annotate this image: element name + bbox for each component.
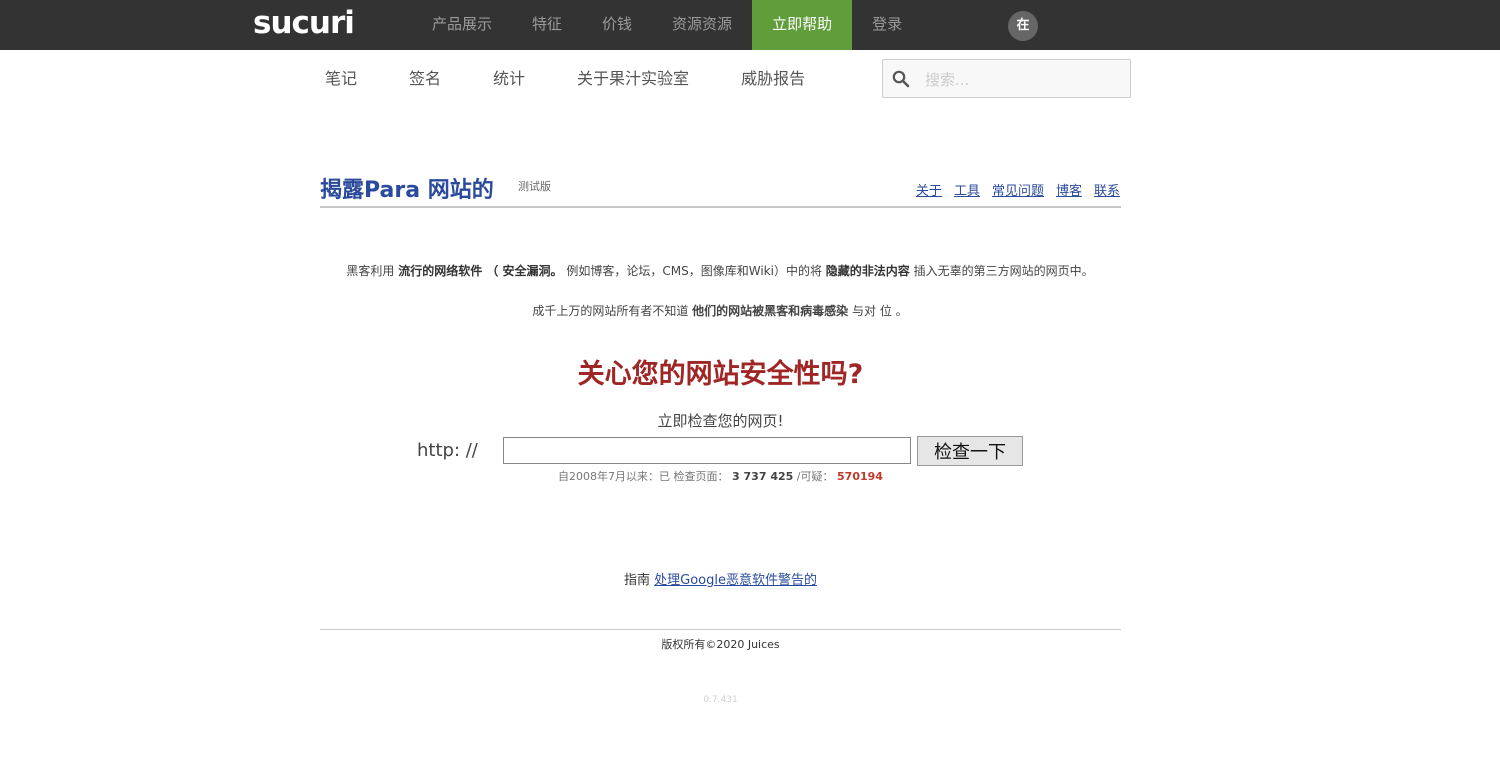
intro-paragraph-1: 黑客利用 流行的网络软件 （ 安全漏洞。 例如博客，论坛，CMS，图像库和Wik… — [346, 264, 1094, 278]
version-label: 0.7.431 — [703, 695, 738, 705]
search-icon[interactable] — [892, 70, 910, 92]
nav-login[interactable]: 登录 — [852, 0, 922, 50]
beta-badge: 测试版 — [518, 180, 551, 193]
top-nav: 产品展示 特征 价钱 资源资源 立即帮助 登录 — [412, 0, 922, 50]
nav-products[interactable]: 产品展示 — [412, 0, 512, 50]
nav-get-help-now[interactable]: 立即帮助 — [752, 0, 853, 50]
security-headline: 关心您的网站安全性吗? — [577, 359, 864, 390]
suspicious-count: 570194 — [837, 470, 883, 483]
url-scheme-label: http: // — [417, 440, 478, 461]
search-box — [882, 59, 1131, 99]
url-input[interactable] — [503, 437, 911, 464]
avatar[interactable]: 在 — [1008, 11, 1038, 41]
check-label: 立即检查您的网页! — [657, 412, 784, 430]
subnav-notes[interactable]: 笔记 — [305, 60, 377, 100]
link-blog[interactable]: 博客 — [1056, 180, 1082, 199]
subnav-about-labs[interactable]: 关于果汁实验室 — [557, 60, 709, 100]
subnav-signatures[interactable]: 签名 — [389, 60, 461, 100]
search-input[interactable] — [923, 60, 1127, 99]
nav-pricing[interactable]: 价钱 — [582, 0, 652, 50]
sucuri-logo[interactable]: sucuri — [253, 6, 355, 40]
scan-stats: 自2008年7月以来：已 检查页面： 3 737 425 /可疑： 570194 — [558, 470, 883, 483]
nav-resources[interactable]: 资源资源 — [652, 0, 752, 50]
subnav-stats[interactable]: 统计 — [473, 60, 545, 100]
subnav-threat-report[interactable]: 威胁报告 — [721, 60, 825, 100]
copyright: 版权所有©2020 Juices — [661, 638, 780, 651]
pages-count: 3 737 425 — [732, 470, 794, 483]
link-about[interactable]: 关于 — [916, 180, 942, 199]
footer-divider — [320, 629, 1121, 630]
header-divider — [320, 206, 1121, 208]
top-navbar: sucuri 产品展示 特征 价钱 资源资源 立即帮助 登录 在 — [0, 0, 1500, 50]
google-malware-guide-link[interactable]: 处理Google恶意软件警告的 — [654, 573, 817, 588]
check-button[interactable]: 检查一下 — [917, 436, 1023, 466]
link-faq[interactable]: 常见问题 — [992, 180, 1044, 199]
secondary-nav: 笔记 签名 统计 关于果汁实验室 威胁报告 — [305, 60, 825, 100]
guide-line: 指南 处理Google恶意软件警告的 — [624, 573, 817, 588]
page-title: 揭露Para 网站的 — [320, 178, 494, 203]
intro-paragraph-2: 成千上万的网站所有者不知道 他们的网站被黑客和病毒感染 与对 位 。 — [532, 304, 908, 318]
link-contact[interactable]: 联系 — [1094, 180, 1120, 199]
nav-features[interactable]: 特征 — [512, 0, 582, 50]
header-links: 关于 工具 常见问题 博客 联系 — [916, 180, 1120, 199]
link-tools[interactable]: 工具 — [954, 180, 980, 199]
